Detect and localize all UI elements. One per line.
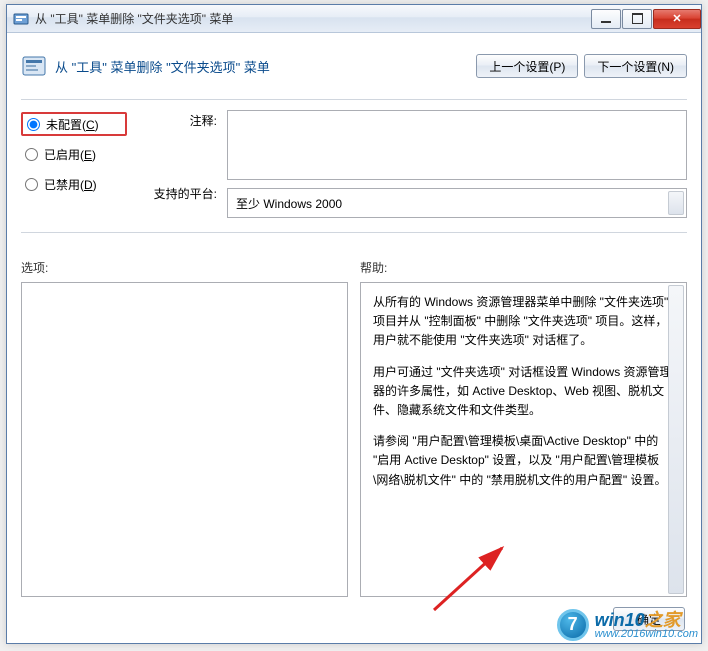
separator	[21, 99, 687, 100]
window-controls	[590, 9, 701, 29]
state-radio-group: 未配置(C) 已启用(E) 已禁用(D)	[21, 112, 127, 202]
options-label: 选项:	[21, 259, 348, 276]
scrollbar[interactable]	[668, 285, 684, 594]
config-row: 未配置(C) 已启用(E) 已禁用(D) 注释: 支持的平台: 至少 Wind	[21, 110, 687, 218]
lower-panels: 选项: 帮助: 从所有的 Windows 资源管理器菜单中删除 "文件夹选项" …	[21, 259, 687, 597]
radio-not-configured-input[interactable]	[27, 118, 40, 131]
radio-disabled[interactable]: 已禁用(D)	[21, 172, 127, 196]
ok-button[interactable]: 确定	[613, 607, 685, 631]
options-box[interactable]	[21, 282, 348, 597]
dialog-footer: 确定	[21, 597, 687, 633]
radio-enabled[interactable]: 已启用(E)	[21, 142, 127, 166]
close-button[interactable]	[653, 9, 701, 29]
prev-setting-button[interactable]: 上一个设置(P)	[476, 54, 578, 78]
radio-enabled-input[interactable]	[25, 148, 38, 161]
help-box[interactable]: 从所有的 Windows 资源管理器菜单中删除 "文件夹选项" 项目并从 "控制…	[360, 282, 687, 597]
next-setting-button[interactable]: 下一个设置(N)	[584, 54, 687, 78]
minimize-button[interactable]	[591, 9, 621, 29]
dialog-content: 从 "工具" 菜单删除 "文件夹选项" 菜单 上一个设置(P) 下一个设置(N)…	[7, 33, 701, 643]
radio-enabled-label: 已启用(E)	[44, 146, 96, 163]
help-paragraph: 从所有的 Windows 资源管理器菜单中删除 "文件夹选项" 项目并从 "控制…	[373, 293, 674, 351]
field-labels: 注释: 支持的平台:	[147, 110, 217, 202]
help-column: 帮助: 从所有的 Windows 资源管理器菜单中删除 "文件夹选项" 项目并从…	[360, 259, 687, 597]
header-title: 从 "工具" 菜单删除 "文件夹选项" 菜单	[55, 57, 470, 76]
help-paragraph: 请参阅 "用户配置\管理模板\桌面\Active Desktop" 中的 "启用…	[373, 432, 674, 490]
platform-text: 至少 Windows 2000	[236, 197, 342, 211]
notes-label: 注释:	[190, 112, 217, 129]
header-row: 从 "工具" 菜单删除 "文件夹选项" 菜单 上一个设置(P) 下一个设置(N)	[21, 43, 687, 89]
separator-2	[21, 232, 687, 233]
help-paragraph: 用户可通过 "文件夹选项" 对话框设置 Windows 资源管理器的许多属性，如…	[373, 363, 674, 421]
options-column: 选项:	[21, 259, 348, 597]
radio-disabled-label: 已禁用(D)	[44, 176, 97, 193]
radio-not-configured-label: 未配置(C)	[46, 116, 99, 133]
radio-not-configured[interactable]: 未配置(C)	[21, 112, 127, 136]
radio-disabled-input[interactable]	[25, 178, 38, 191]
help-label: 帮助:	[360, 259, 687, 276]
app-icon	[13, 11, 29, 27]
titlebar-text: 从 "工具" 菜单删除 "文件夹选项" 菜单	[35, 10, 233, 27]
titlebar[interactable]: 从 "工具" 菜单删除 "文件夹选项" 菜单	[7, 5, 701, 33]
notes-textarea[interactable]	[227, 110, 687, 180]
platform-box: 至少 Windows 2000	[227, 188, 687, 218]
right-fields: 至少 Windows 2000	[227, 110, 687, 218]
platform-label: 支持的平台:	[154, 185, 217, 202]
scrollbar[interactable]	[668, 191, 684, 215]
policy-icon	[21, 53, 47, 79]
policy-dialog: 从 "工具" 菜单删除 "文件夹选项" 菜单 从 "工具" 菜单删除 "文件夹选…	[6, 4, 702, 644]
maximize-button[interactable]	[622, 9, 652, 29]
